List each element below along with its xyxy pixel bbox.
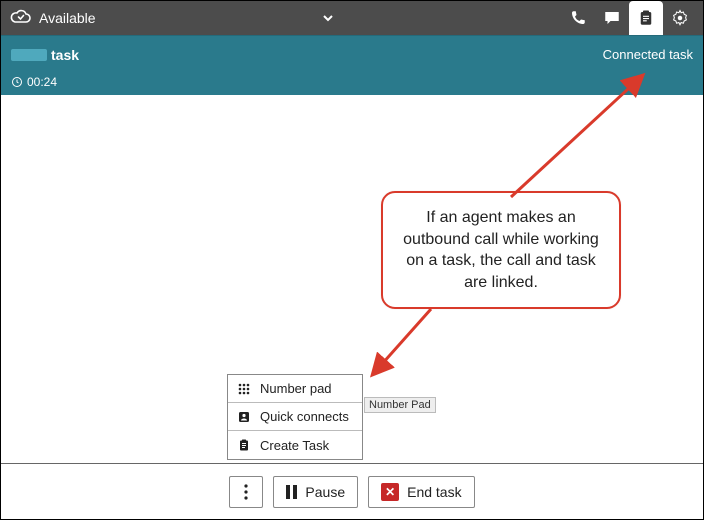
tooltip: Number Pad	[364, 397, 436, 413]
annotation-arrow-up	[491, 67, 661, 217]
task-timer: 00:24	[27, 75, 57, 89]
status-dropdown[interactable]	[96, 11, 561, 25]
end-label: End task	[407, 484, 461, 500]
status-label: Available	[39, 10, 96, 26]
pause-button[interactable]: Pause	[273, 476, 358, 508]
clock-icon	[11, 76, 23, 88]
tooltip-text: Number Pad	[369, 399, 431, 411]
chevron-down-icon	[321, 11, 335, 25]
annotation-text: If an agent makes an outbound call while…	[403, 209, 599, 291]
cloud-icon	[7, 5, 33, 31]
pause-icon	[286, 485, 297, 499]
dialpad-icon	[236, 382, 252, 396]
kebab-icon	[244, 484, 248, 500]
task-tab-button[interactable]	[629, 1, 663, 35]
more-actions-button[interactable]	[229, 476, 263, 508]
popup-item-number-pad[interactable]: Number pad	[228, 375, 362, 403]
popup-item-quick-connects[interactable]: Quick connects	[228, 403, 362, 431]
settings-button[interactable]	[663, 1, 697, 35]
clipboard-icon	[236, 438, 252, 452]
chat-tab-button[interactable]	[595, 1, 629, 35]
pause-label: Pause	[305, 484, 345, 500]
popup-item-label: Create Task	[260, 438, 329, 453]
end-task-button[interactable]: End task	[368, 476, 474, 508]
status-bar: Available	[1, 1, 703, 35]
actions-popup: Number pad Quick connects Create Task	[227, 374, 363, 460]
app-frame: Available task Connected task	[0, 0, 704, 520]
annotation-arrow-down	[356, 301, 446, 391]
task-status: Connected task	[603, 47, 693, 62]
popup-item-label: Quick connects	[260, 409, 349, 424]
popup-item-create-task[interactable]: Create Task	[228, 431, 362, 459]
redacted-name	[11, 49, 47, 61]
phone-tab-button[interactable]	[561, 1, 595, 35]
bottom-controls: Pause End task	[1, 463, 703, 519]
contacts-icon	[236, 410, 252, 424]
topbar-icons	[561, 1, 697, 35]
end-icon	[381, 483, 399, 501]
popup-item-label: Number pad	[260, 381, 332, 396]
task-title: task	[51, 47, 79, 63]
